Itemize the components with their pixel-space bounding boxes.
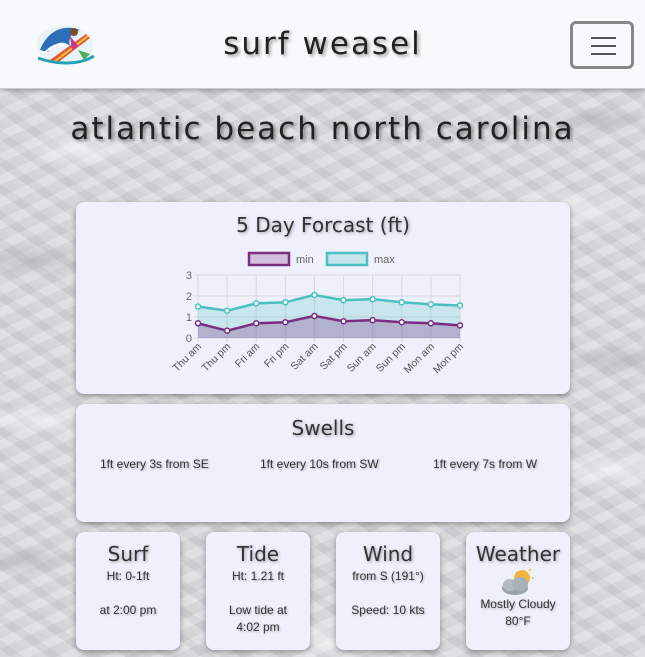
wind-card: Wind from S (191°) Speed: 10 kts	[336, 532, 440, 650]
y-tick-label: 2	[186, 291, 192, 303]
tide-title: Tide	[236, 542, 280, 566]
wind-direction: from S (191°)	[352, 569, 424, 583]
brand-title[interactable]: surf weasel	[0, 26, 645, 62]
x-tick-label: Mon pm	[431, 340, 466, 375]
data-point-min	[456, 322, 464, 329]
x-tick-label: Mon am	[402, 340, 437, 375]
legend-swatch-min	[247, 251, 291, 267]
y-tick-label: 1	[186, 312, 192, 324]
legend-label-max: max	[374, 254, 395, 266]
page-title: Atlantic Beach North Carolina	[70, 111, 575, 147]
data-point-min	[369, 316, 376, 324]
swell-item: 1ft every 10s from SW	[260, 457, 379, 471]
x-tick-label: Thu am	[170, 340, 204, 374]
hamburger-icon	[591, 37, 616, 39]
surf-time: at 2:00 pm	[99, 603, 157, 617]
data-point-max	[311, 291, 318, 299]
data-point-max	[456, 302, 464, 309]
data-point-max	[398, 299, 406, 306]
tide-card: Tide Ht: 1.21 ft Low tide at 4:02 pm	[206, 532, 310, 650]
wind-speed: Speed: 10 kts	[351, 603, 425, 617]
data-point-max	[369, 295, 376, 303]
x-tick-label: Sat am	[289, 340, 321, 372]
data-point-min	[194, 320, 202, 327]
forecast-card: 5 Day Forcast (ft) 0 1 2 3 Thu am Thu pm Fri a…	[76, 202, 570, 394]
tide-next: Low tide at	[228, 603, 288, 617]
hamburger-icon-bar	[591, 53, 616, 55]
surf-height: Ht: 0-1ft	[106, 569, 150, 583]
partly-cloudy-icon	[498, 567, 538, 596]
swell-item: 1ft every 7s from W	[433, 457, 538, 471]
x-tick-label: Fri am	[233, 340, 263, 370]
surf-title: Surf	[107, 542, 149, 566]
legend-swatch-max	[325, 251, 369, 267]
data-point-max	[252, 300, 260, 307]
data-point-min	[340, 317, 347, 325]
data-point-max	[282, 299, 289, 306]
data-point-min	[398, 319, 406, 326]
weather-card: Weather Mostly Cloudy 80°F	[466, 532, 570, 650]
tide-height: Ht: 1.21 ft	[231, 569, 285, 583]
weather-condition: Mostly Cloudy	[480, 597, 556, 611]
surf-card: Surf Ht: 0-1ft at 2:00 pm	[76, 532, 180, 650]
swell-item: 1ft every 3s from SE	[100, 457, 209, 471]
data-point-max	[427, 301, 435, 308]
data-point-max	[340, 296, 347, 304]
navbar: surf weasel	[0, 0, 645, 89]
weather-title: Weather	[475, 542, 561, 566]
hamburger-icon-bar	[591, 45, 616, 47]
data-point-min	[427, 320, 435, 327]
y-tick-label: 0	[186, 333, 192, 345]
legend-label-min: min	[296, 254, 314, 266]
x-tick-label: Thu pm	[200, 340, 234, 374]
data-point-min	[282, 319, 289, 326]
x-tick-label: Sun am	[345, 340, 379, 374]
data-point-max	[194, 303, 202, 310]
forecast-chart: 0123Thu amThu pm Fri am Fri pmSat amSat pm…	[170, 251, 466, 376]
data-point-min	[252, 320, 260, 327]
data-point-min	[311, 312, 318, 320]
tide-next-time: 4:02 pm	[236, 620, 280, 634]
data-point-max	[223, 307, 231, 314]
swells-card: Swells 1ft every 3s from SE 1ft every 10…	[76, 404, 570, 522]
x-tick-label: Fri pm	[262, 340, 292, 370]
data-point-min	[223, 327, 231, 334]
swells-title: Swells	[291, 416, 355, 440]
y-tick-label: 3	[186, 270, 192, 282]
weather-temp: 80°F	[505, 614, 531, 628]
wind-title: Wind	[362, 542, 414, 566]
menu-toggle-button[interactable]	[570, 21, 634, 69]
